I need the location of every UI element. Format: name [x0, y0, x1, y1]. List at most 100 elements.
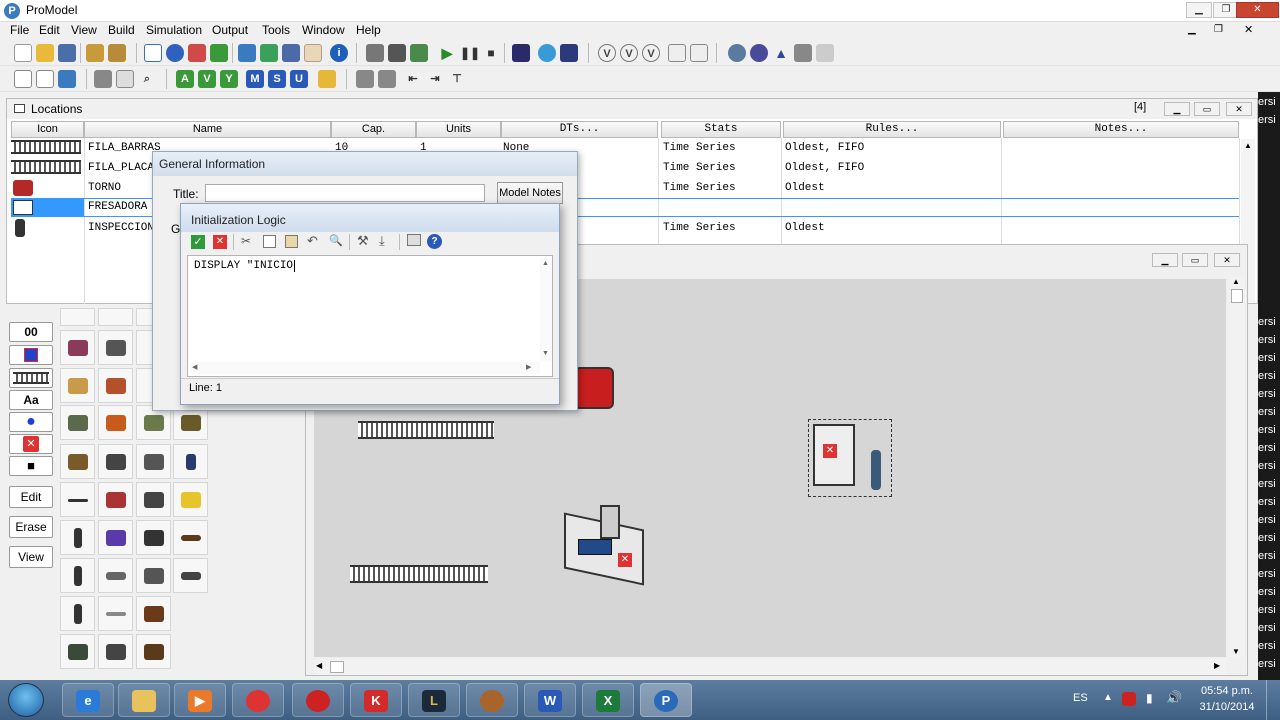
palette-icon[interactable]	[173, 444, 208, 479]
palette-icon[interactable]	[98, 368, 133, 403]
save-icon[interactable]	[58, 44, 76, 62]
col-name[interactable]: Name	[84, 121, 331, 138]
menu-help[interactable]: Help	[356, 23, 381, 37]
game-app-icon[interactable]	[466, 683, 518, 717]
col-icon[interactable]: Icon	[11, 121, 84, 138]
globe-icon[interactable]	[538, 44, 556, 62]
row1-name[interactable]: FILA_PLACAS	[88, 159, 156, 178]
general-information-title-bar[interactable]: General Information	[153, 152, 577, 176]
menu-build[interactable]: Build	[108, 23, 135, 37]
palette-icon[interactable]	[60, 330, 95, 365]
palette-icon[interactable]	[98, 634, 133, 669]
lathe-torno[interactable]	[574, 367, 614, 409]
layout-maximize-button[interactable]: ▭	[1182, 253, 1208, 267]
pause-icon[interactable]: ❚❚	[460, 44, 480, 62]
settings-icon[interactable]	[366, 44, 384, 62]
menu-tools[interactable]: Tools	[262, 23, 290, 37]
row4-rules[interactable]: Oldest	[785, 219, 825, 238]
initialization-logic-title-bar[interactable]: Initialization Logic	[181, 204, 559, 232]
palette-icon[interactable]	[136, 444, 171, 479]
copy-icon[interactable]	[263, 235, 276, 248]
palette-icon[interactable]	[60, 482, 95, 517]
internet-explorer-icon[interactable]: e	[62, 683, 114, 717]
tray-arrow-icon[interactable]: ▲	[1103, 692, 1113, 703]
palette-icon[interactable]	[173, 558, 208, 593]
promodel-taskbar-icon[interactable]: P	[640, 683, 692, 717]
palette-icon[interactable]	[60, 368, 95, 403]
open-folder-icon[interactable]	[36, 44, 54, 62]
mdi-minimize-button[interactable]: ▁	[1188, 24, 1196, 35]
inspection-station[interactable]: ✕	[808, 419, 892, 497]
palette-icon[interactable]	[98, 596, 133, 631]
row2-name[interactable]: TORNO	[88, 179, 121, 198]
import-icon[interactable]: ⤓	[379, 233, 385, 249]
media-app-icon[interactable]	[292, 683, 344, 717]
palette-icon[interactable]	[60, 634, 95, 669]
package-icon[interactable]	[108, 44, 126, 62]
locations-icon[interactable]	[144, 44, 162, 62]
text-tool-button[interactable]: Aa	[9, 390, 53, 410]
logic-editor[interactable]: DISPLAY "INICIO ▲ ▼ ◀ ▶	[187, 255, 553, 377]
close-icon[interactable]: ✕	[213, 235, 227, 249]
palette-00-button[interactable]: 00	[9, 322, 53, 342]
palette-icon[interactable]	[60, 520, 95, 555]
row3-name[interactable]: FRESADORA	[88, 198, 147, 217]
locations-maximize-button[interactable]: ▭	[1194, 102, 1220, 116]
col-notes[interactable]: Notes...	[1003, 121, 1239, 138]
filter-v2-icon[interactable]: V	[620, 44, 638, 62]
col-cap[interactable]: Cap.	[331, 121, 416, 138]
col-rules[interactable]: Rules...	[783, 121, 1001, 138]
layout-vertical-scrollbar[interactable]: ▲ ▼	[1229, 277, 1245, 657]
media-player-icon[interactable]: ▶	[174, 683, 226, 717]
view-button[interactable]: View	[9, 546, 53, 568]
menu-view[interactable]: View	[71, 23, 97, 37]
title-input[interactable]	[205, 184, 485, 202]
excel-icon[interactable]: X	[582, 683, 634, 717]
filter-v1-icon[interactable]: V	[598, 44, 616, 62]
conveyor-fila-barras[interactable]	[358, 421, 494, 439]
model-notes-button[interactable]: Model Notes	[497, 182, 563, 204]
mdi-close-button[interactable]: ✕	[1244, 23, 1253, 36]
locations-minimize-button[interactable]: ▁	[1164, 102, 1190, 116]
circle-tool-button[interactable]: ●	[9, 412, 53, 432]
color-button[interactable]	[9, 345, 53, 365]
language-indicator[interactable]: ES	[1073, 692, 1088, 704]
palette-icon[interactable]	[60, 596, 95, 631]
x-tool-button[interactable]: ✕	[9, 434, 53, 454]
palette-icon[interactable]	[98, 558, 133, 593]
resources-icon[interactable]	[210, 44, 228, 62]
row4-name[interactable]: INSPECCION	[88, 219, 156, 238]
palette-icon[interactable]	[98, 444, 133, 479]
minimize-button[interactable]: ▁	[1186, 2, 1212, 18]
coin-icon[interactable]	[318, 70, 336, 88]
palette-icon[interactable]	[98, 520, 133, 555]
palette-icon[interactable]	[60, 308, 95, 326]
palette-icon[interactable]	[60, 444, 95, 479]
conveyor-tool-button[interactable]	[9, 368, 53, 388]
palette-icon[interactable]	[136, 634, 171, 669]
row0-stats[interactable]: Time Series	[663, 139, 736, 158]
row2-rules[interactable]: Oldest	[785, 179, 825, 198]
row0-rules[interactable]: Oldest, FIFO	[785, 139, 864, 158]
volume-icon[interactable]: 🔊	[1166, 690, 1182, 706]
merge-icon[interactable]	[86, 44, 104, 62]
palette-icon[interactable]	[173, 482, 208, 517]
tray-app-icon[interactable]	[1122, 692, 1136, 706]
mdi-restore-button[interactable]: ❐	[1214, 24, 1223, 35]
a-icon[interactable]: A	[176, 70, 194, 88]
file-explorer-icon[interactable]	[118, 683, 170, 717]
network-icon[interactable]: ▮	[1146, 691, 1153, 705]
close-button[interactable]: ✕	[1236, 2, 1279, 18]
new-file-icon[interactable]	[14, 44, 32, 62]
grid-icon[interactable]	[14, 70, 32, 88]
layout-horizontal-scrollbar[interactable]: ◀ ▶	[314, 659, 1226, 675]
palette-icon[interactable]	[98, 405, 133, 440]
tools-icon[interactable]	[794, 44, 812, 62]
kaspersky-icon[interactable]: K	[350, 683, 402, 717]
forward-icon[interactable]: ⇥	[426, 70, 444, 88]
table-icon[interactable]	[36, 70, 54, 88]
palette-icon[interactable]	[60, 405, 95, 440]
arrivals-icon[interactable]	[260, 44, 278, 62]
help-icon[interactable]: ?	[427, 234, 442, 249]
menu-file[interactable]: File	[10, 23, 29, 37]
